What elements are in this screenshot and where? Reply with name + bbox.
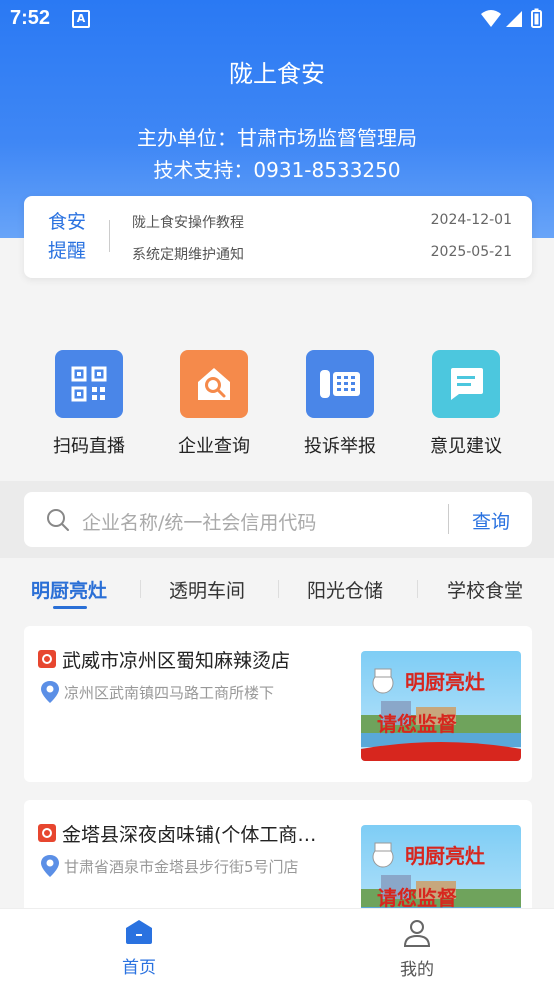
tab-separator xyxy=(417,580,418,598)
tab-separator xyxy=(278,580,279,598)
store-address: 凉州区武南镇四马路工商所楼下 xyxy=(64,684,275,702)
wifi-signal-battery-icon xyxy=(481,8,542,28)
search-button[interactable]: 查询 xyxy=(472,507,510,534)
message-icon xyxy=(432,350,500,418)
support-text: 技术支持：0931-8533250 xyxy=(153,158,401,182)
status-icons xyxy=(480,8,546,34)
location-pin-icon xyxy=(41,681,59,703)
tab-bright-kitchen[interactable]: 明厨亮灶 xyxy=(31,576,107,603)
banner-top-text: 明厨亮灶 xyxy=(405,844,485,868)
notice-title: 系统定期维护通知 xyxy=(132,247,244,263)
grid-item-scan-live[interactable]: 扫码直播 xyxy=(34,350,144,458)
notification-icon: A xyxy=(72,10,90,28)
banner-bottom-text: 请您监督 xyxy=(377,886,457,910)
home-icon xyxy=(126,920,152,944)
app-title: 陇上食安 xyxy=(229,60,325,88)
store-badge-icon xyxy=(38,650,56,668)
tab-transparent-workshop[interactable]: 透明车间 xyxy=(169,576,245,603)
store-name: 金塔县深夜卤味铺(个体工商… xyxy=(62,824,317,846)
user-icon xyxy=(403,920,431,947)
nav-mine[interactable]: 我的 xyxy=(377,919,457,980)
notice-tag-line2: 提醒 xyxy=(47,240,86,262)
grid-label: 意见建议 xyxy=(430,436,502,457)
category-tabs: 明厨亮灶 透明车间 阳光仓储 学校食堂 xyxy=(0,558,554,616)
search-section: 企业名称/统一社会信用代码 查询 xyxy=(0,481,554,558)
list-item[interactable]: 武威市凉州区蜀知麻辣烫店 凉州区武南镇四马路工商所楼下 明厨亮灶 请您监督 xyxy=(24,626,532,782)
location-pin-icon xyxy=(41,855,59,877)
grid-item-suggestion[interactable]: 意见建议 xyxy=(411,350,521,458)
notice-item[interactable]: 陇上食安操作教程 2024-12-01 xyxy=(132,212,512,232)
grid-label: 企业查询 xyxy=(178,436,250,457)
banner-bottom-text: 请您监督 xyxy=(377,712,457,736)
grid-label: 扫码直播 xyxy=(53,436,125,457)
nav-home-label: 首页 xyxy=(122,958,156,978)
nav-home[interactable]: 首页 xyxy=(99,919,179,978)
notice-tag: 食安 提醒 xyxy=(44,208,90,266)
nav-mine-label: 我的 xyxy=(400,960,434,980)
notice-title: 陇上食安操作教程 xyxy=(132,215,244,231)
grid-label: 投诉举报 xyxy=(304,436,376,457)
notice-item[interactable]: 系统定期维护通知 2025-05-21 xyxy=(132,244,512,264)
banner-top-text: 明厨亮灶 xyxy=(405,670,485,694)
grid-item-enterprise-search[interactable]: 企业查询 xyxy=(159,350,269,458)
bottom-nav: 首页 我的 xyxy=(0,908,554,985)
qr-code-icon xyxy=(55,350,123,418)
status-time: 7:52 xyxy=(10,7,51,29)
notice-divider xyxy=(109,220,110,252)
search-divider xyxy=(448,504,449,534)
tab-school-canteen[interactable]: 学校食堂 xyxy=(447,576,523,603)
status-bar: 7:52 A xyxy=(0,0,554,38)
search-input[interactable]: 企业名称/统一社会信用代码 查询 xyxy=(24,492,532,547)
store-banner-image[interactable]: 明厨亮灶 请您监督 xyxy=(361,651,521,761)
notice-tag-line1: 食安 xyxy=(47,211,86,233)
tab-sunshine-storage[interactable]: 阳光仓储 xyxy=(307,576,383,603)
store-badge-icon xyxy=(38,824,56,842)
tab-separator xyxy=(140,580,141,598)
house-search-icon xyxy=(180,350,248,418)
notice-date: 2024-12-01 xyxy=(430,212,512,228)
phone-icon xyxy=(306,350,374,418)
search-placeholder: 企业名称/统一社会信用代码 xyxy=(82,512,317,534)
sponsor-text: 主办单位：甘肃市场监督管理局 xyxy=(137,126,417,150)
tab-active-indicator xyxy=(53,606,87,609)
search-icon xyxy=(47,509,69,531)
store-address: 甘肃省酒泉市金塔县步行街5号门店 xyxy=(64,858,299,876)
notice-date: 2025-05-21 xyxy=(430,244,512,260)
grid-item-complaint[interactable]: 投诉举报 xyxy=(285,350,395,458)
store-name: 武威市凉州区蜀知麻辣烫店 xyxy=(62,650,291,672)
notice-card: 食安 提醒 陇上食安操作教程 2024-12-01 系统定期维护通知 2025-… xyxy=(24,196,532,278)
